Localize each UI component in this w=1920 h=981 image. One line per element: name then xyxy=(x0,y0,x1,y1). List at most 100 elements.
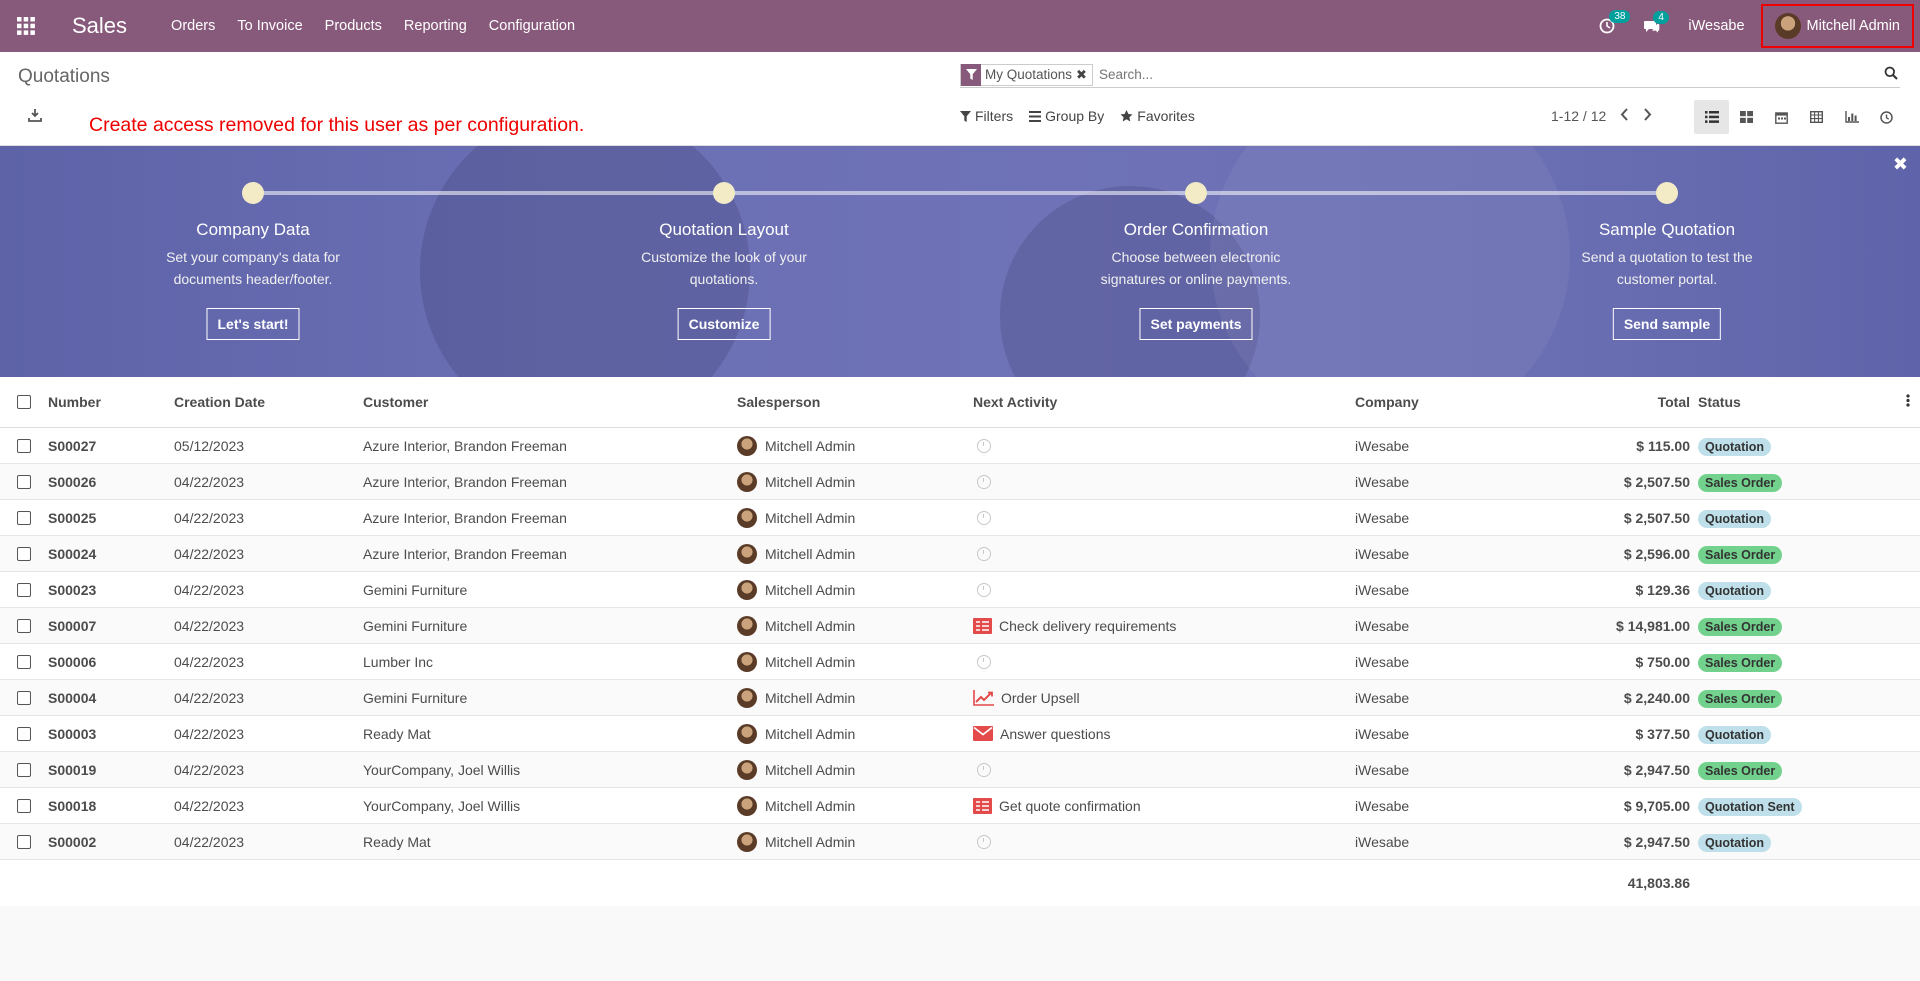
row-checkbox[interactable] xyxy=(17,618,31,633)
group-by-button[interactable]: Group By xyxy=(1029,108,1104,124)
header-total[interactable]: Total xyxy=(1658,394,1690,410)
apps-menu-icon[interactable] xyxy=(0,0,52,52)
facet-remove-icon[interactable]: ✖ xyxy=(1076,67,1092,83)
table-row[interactable]: S00019 04/22/2023 YourCompany, Joel Willis… xyxy=(0,752,1920,788)
table-row[interactable]: S00007 04/22/2023 Gemini Furniture Mitchell… xyxy=(0,608,1920,644)
pager-previous-icon[interactable] xyxy=(1620,108,1629,124)
tasks-icon[interactable] xyxy=(973,617,992,634)
header-next-activity[interactable]: Next Activity xyxy=(973,394,1057,410)
row-checkbox[interactable] xyxy=(17,582,31,597)
customize-button[interactable]: Customize xyxy=(677,308,771,340)
company-name[interactable]: iWesabe xyxy=(1688,18,1744,34)
filters-button[interactable]: Filters xyxy=(960,108,1013,124)
search-icon[interactable] xyxy=(1884,66,1898,83)
close-icon[interactable]: ✖ xyxy=(1893,154,1908,175)
header-salesperson[interactable]: Salesperson xyxy=(737,394,820,410)
row-checkbox[interactable] xyxy=(17,546,31,561)
pivot-view-icon[interactable] xyxy=(1799,100,1834,134)
activity-summary[interactable]: Order Upsell xyxy=(1001,690,1080,706)
download-icon[interactable] xyxy=(28,108,42,125)
header-customer[interactable]: Customer xyxy=(363,394,428,410)
salesperson-avatar[interactable] xyxy=(737,723,757,744)
activity-summary[interactable]: Get quote confirmation xyxy=(999,798,1141,814)
row-checkbox[interactable] xyxy=(17,438,31,453)
salesperson-avatar[interactable] xyxy=(737,471,757,492)
salesperson-avatar[interactable] xyxy=(737,435,757,456)
table-row[interactable]: S00018 04/22/2023 YourCompany, Joel Willis… xyxy=(0,788,1920,824)
salesperson-avatar[interactable] xyxy=(737,795,757,816)
activity-summary[interactable]: Answer questions xyxy=(1000,726,1111,742)
header-company[interactable]: Company xyxy=(1355,394,1419,410)
table-row[interactable]: S00025 04/22/2023 Azure Interior, Brandon … xyxy=(0,500,1920,536)
pager-value[interactable]: 1-12 / 12 xyxy=(1551,108,1606,124)
table-row[interactable]: S00003 04/22/2023 Ready Mat Mitchell Admin A… xyxy=(0,716,1920,752)
customer-name: Gemini Furniture xyxy=(363,617,468,634)
user-name: Mitchell Admin xyxy=(1806,18,1900,34)
activity-summary[interactable]: Check delivery requirements xyxy=(999,618,1176,634)
salesperson-avatar[interactable] xyxy=(737,543,757,564)
salesperson-avatar[interactable] xyxy=(737,651,757,672)
tasks-icon[interactable] xyxy=(973,797,992,814)
company-name: iWesabe xyxy=(1355,545,1410,562)
menu-configuration[interactable]: Configuration xyxy=(489,18,575,34)
salesperson-avatar[interactable] xyxy=(737,831,757,852)
salesperson-avatar[interactable] xyxy=(737,615,757,636)
clock-icon[interactable] xyxy=(977,474,991,489)
table-row[interactable]: S00026 04/22/2023 Azure Interior, Brandon … xyxy=(0,464,1920,500)
salesperson-avatar[interactable] xyxy=(737,507,757,528)
salesperson-cell: Mitchell Admin xyxy=(737,615,855,636)
table-row[interactable]: S00024 04/22/2023 Azure Interior, Brandon … xyxy=(0,536,1920,572)
menu-orders[interactable]: Orders xyxy=(171,18,215,34)
menu-reporting[interactable]: Reporting xyxy=(404,18,467,34)
graph-view-icon[interactable] xyxy=(1834,100,1869,134)
clock-icon[interactable] xyxy=(977,510,991,525)
menu-to-invoice[interactable]: To Invoice xyxy=(237,18,302,34)
salesperson-cell: Mitchell Admin xyxy=(737,687,855,708)
activity-view-icon[interactable] xyxy=(1869,100,1904,134)
salesperson-avatar[interactable] xyxy=(737,759,757,780)
table-row[interactable]: S00006 04/22/2023 Lumber Inc Mitchell Admin… xyxy=(0,644,1920,680)
calendar-view-icon[interactable] xyxy=(1764,100,1799,134)
header-creation-date[interactable]: Creation Date xyxy=(174,394,265,410)
table-row[interactable]: S00002 04/22/2023 Ready Mat Mitchell Admin i… xyxy=(0,824,1920,860)
row-checkbox[interactable] xyxy=(17,762,31,777)
set-payments-button[interactable]: Set payments xyxy=(1139,308,1253,340)
activity-menu[interactable]: 38 xyxy=(1599,10,1631,34)
select-all-checkbox[interactable] xyxy=(17,395,31,409)
row-checkbox[interactable] xyxy=(17,510,31,525)
header-status[interactable]: Status xyxy=(1698,394,1741,410)
app-name[interactable]: Sales xyxy=(72,13,127,39)
search-input[interactable] xyxy=(1098,67,1900,82)
menu-products[interactable]: Products xyxy=(325,18,382,34)
header-number[interactable]: Number xyxy=(48,394,101,410)
row-checkbox[interactable] xyxy=(17,834,31,849)
clock-icon[interactable] xyxy=(977,438,991,453)
line-chart-icon[interactable] xyxy=(973,689,994,706)
company-name: iWesabe xyxy=(1355,689,1410,706)
row-checkbox[interactable] xyxy=(17,654,31,669)
table-row[interactable]: S00004 04/22/2023 Gemini Furniture Mitchell… xyxy=(0,680,1920,716)
messaging-menu[interactable]: 4 xyxy=(1643,10,1669,34)
send-sample-button[interactable]: Send sample xyxy=(1612,308,1722,340)
table-row[interactable]: S00023 04/22/2023 Gemini Furniture Mitchell… xyxy=(0,572,1920,608)
clock-icon[interactable] xyxy=(977,762,991,777)
clock-icon[interactable] xyxy=(977,654,991,669)
table-row[interactable]: S00027 05/12/2023 Azure Interior, Brandon … xyxy=(0,428,1920,464)
favorites-button[interactable]: Favorites xyxy=(1120,108,1195,124)
clock-icon[interactable] xyxy=(977,582,991,597)
envelope-icon[interactable] xyxy=(973,726,993,741)
pager-next-icon[interactable] xyxy=(1643,108,1652,124)
kanban-view-icon[interactable] xyxy=(1729,100,1764,134)
row-checkbox[interactable] xyxy=(17,690,31,705)
lets-start-button[interactable]: Let's start! xyxy=(206,308,300,340)
clock-icon[interactable] xyxy=(977,834,991,849)
row-checkbox[interactable] xyxy=(17,798,31,813)
list-view-icon[interactable] xyxy=(1694,100,1729,134)
clock-icon[interactable] xyxy=(977,546,991,561)
optional-columns-icon[interactable] xyxy=(1906,394,1910,410)
row-checkbox[interactable] xyxy=(17,726,31,741)
row-checkbox[interactable] xyxy=(17,474,31,489)
user-menu[interactable]: Mitchell Admin xyxy=(1760,4,1914,48)
salesperson-avatar[interactable] xyxy=(737,579,757,600)
salesperson-avatar[interactable] xyxy=(737,687,757,708)
